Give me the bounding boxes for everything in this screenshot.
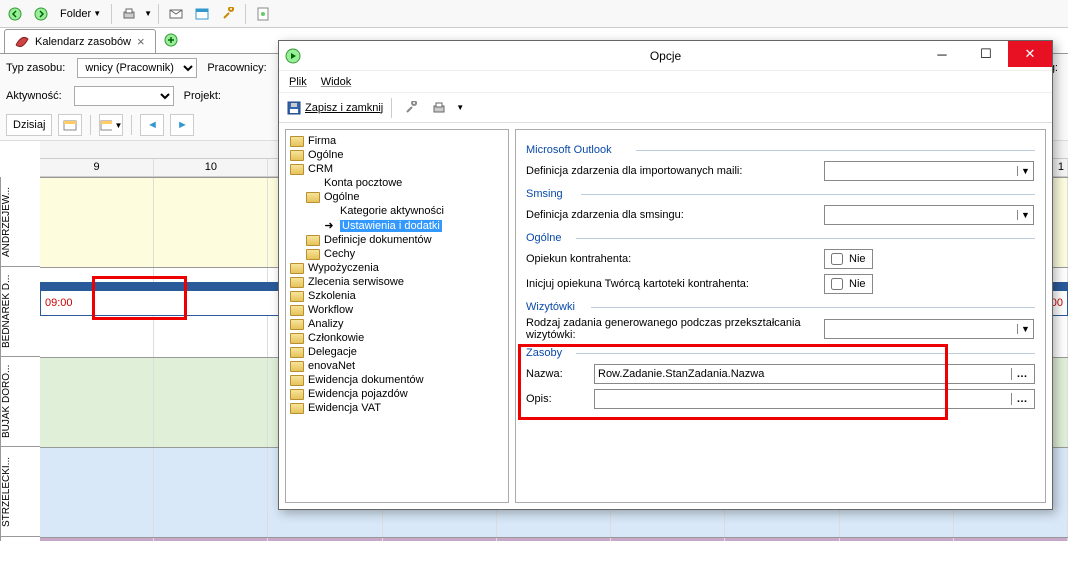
print-icon[interactable] bbox=[428, 97, 450, 119]
window-icon[interactable] bbox=[191, 3, 213, 25]
type-label: Typ zasobu: bbox=[6, 62, 65, 74]
forward-icon[interactable] bbox=[30, 3, 52, 25]
save-icon bbox=[287, 101, 301, 115]
options-tree[interactable]: FirmaOgólneCRMKonta pocztoweOgólneKatego… bbox=[285, 129, 509, 503]
ellipsis-button[interactable]: … bbox=[1011, 393, 1031, 405]
calendar-row: MIR... bbox=[0, 537, 1068, 541]
next-button[interactable]: ► bbox=[170, 114, 194, 136]
print-icon[interactable] bbox=[118, 3, 140, 25]
resource-name: ANDRZEJEW... bbox=[0, 177, 40, 267]
inicjuj-checkbox[interactable]: Nie bbox=[824, 274, 873, 294]
resource-name: STRZELECKI... bbox=[0, 447, 40, 537]
tree-item[interactable]: CRM bbox=[288, 162, 506, 176]
resource-name: BEDNAREK D... bbox=[0, 267, 40, 357]
calendar-cells[interactable] bbox=[40, 537, 1068, 541]
activity-label: Aktywność: bbox=[6, 90, 62, 102]
close-button[interactable]: ✕ bbox=[1008, 41, 1052, 67]
tree-item[interactable]: Zlecenia serwisowe bbox=[288, 275, 506, 289]
opiekun-checkbox[interactable]: Nie bbox=[824, 249, 873, 269]
folder-label: Folder bbox=[60, 8, 91, 20]
resource-name: BUJAK DORO... bbox=[0, 357, 40, 447]
tree-item[interactable]: Ewidencja dokumentów bbox=[288, 373, 506, 387]
highlight-box bbox=[518, 344, 948, 420]
project-label: Projekt: bbox=[184, 90, 221, 102]
tab-title: Kalendarz zasobów bbox=[35, 36, 131, 48]
options-dialog: Opcje ─ ☐ ✕ Plik Widok Zapisz i zamknij … bbox=[278, 40, 1053, 510]
tools-icon[interactable] bbox=[217, 3, 239, 25]
options-form: Microsoft Outlook Definicja zdarzenia dl… bbox=[515, 129, 1046, 503]
tab-close-icon[interactable]: × bbox=[137, 34, 145, 49]
appt-start: 09:00 bbox=[45, 297, 73, 309]
smsing-def-label: Definicja zdarzenia dla smsingu: bbox=[526, 209, 816, 221]
tree-item[interactable]: Szkolenia bbox=[288, 289, 506, 303]
tools-icon[interactable] bbox=[400, 97, 422, 119]
folder-dropdown[interactable]: Folder▼ bbox=[56, 8, 105, 20]
hour-cell: 9 bbox=[40, 159, 154, 176]
menu-file[interactable]: Plik bbox=[289, 76, 307, 88]
opiekun-label: Opiekun kontrahenta: bbox=[526, 253, 816, 265]
tree-item[interactable]: enovaNet bbox=[288, 359, 506, 373]
back-icon[interactable] bbox=[4, 3, 26, 25]
group-smsing: Smsing bbox=[526, 188, 1035, 200]
outlook-def-select[interactable]: ▼ bbox=[824, 161, 1034, 181]
goto-button[interactable] bbox=[58, 114, 82, 136]
tree-item[interactable]: ➜Ustawienia i dodatki bbox=[288, 218, 506, 233]
tree-item[interactable]: Konta pocztowe bbox=[288, 176, 506, 190]
tree-item[interactable]: Firma bbox=[288, 134, 506, 148]
tree-item[interactable]: Ogólne bbox=[288, 190, 506, 204]
workers-label: Pracownicy: bbox=[207, 62, 266, 74]
sausage-icon bbox=[15, 36, 29, 48]
tree-item[interactable]: Członkowie bbox=[288, 331, 506, 345]
maximize-button[interactable]: ☐ bbox=[964, 41, 1008, 67]
tree-item[interactable]: Definicje dokumentów bbox=[288, 233, 506, 247]
hour-cell: 10 bbox=[154, 159, 268, 176]
outlook-def-label: Definicja zdarzenia dla importowanych ma… bbox=[526, 165, 816, 177]
today-button[interactable]: Dzisiaj bbox=[6, 114, 52, 136]
rodzaj-label: Rodzaj zadania generowanego podczas prze… bbox=[526, 317, 816, 341]
tree-item[interactable]: Cechy bbox=[288, 247, 506, 261]
resource-name: MIR... bbox=[0, 537, 40, 541]
inicjuj-label: Inicjuj opiekuna Twórcą kartoteki kontra… bbox=[526, 278, 816, 290]
dialog-toolbar: Zapisz i zamknij ▼ bbox=[279, 93, 1052, 123]
smsing-def-select[interactable]: ▼ bbox=[824, 205, 1034, 225]
tree-item[interactable]: Delegacje bbox=[288, 345, 506, 359]
dialog-menu: Plik Widok bbox=[279, 71, 1052, 93]
menu-view[interactable]: Widok bbox=[321, 76, 352, 88]
tree-item[interactable]: Workflow bbox=[288, 303, 506, 317]
view-dropdown[interactable]: ▼ bbox=[99, 114, 123, 136]
dialog-body: FirmaOgólneCRMKonta pocztoweOgólneKatego… bbox=[279, 123, 1052, 509]
rodzaj-select[interactable]: ▼ bbox=[824, 319, 1034, 339]
tree-item[interactable]: Wypożyczenia bbox=[288, 261, 506, 275]
minimize-button[interactable]: ─ bbox=[920, 41, 964, 67]
mail-icon[interactable] bbox=[165, 3, 187, 25]
group-ogolne: Ogólne bbox=[526, 232, 1035, 244]
ellipsis-button[interactable]: … bbox=[1011, 368, 1031, 380]
tree-item[interactable]: Ewidencja VAT bbox=[288, 401, 506, 415]
tree-item[interactable]: Ewidencja pojazdów bbox=[288, 387, 506, 401]
tab-add-button[interactable] bbox=[160, 29, 182, 51]
prev-button[interactable]: ◄ bbox=[140, 114, 164, 136]
tab-calendar[interactable]: Kalendarz zasobów × bbox=[4, 29, 156, 53]
tree-item[interactable]: Kategorie aktywności bbox=[288, 204, 506, 218]
doc-icon[interactable] bbox=[252, 3, 274, 25]
activity-select[interactable] bbox=[74, 86, 174, 106]
tree-item[interactable]: Ogólne bbox=[288, 148, 506, 162]
dialog-titlebar[interactable]: Opcje ─ ☐ ✕ bbox=[279, 41, 1052, 71]
group-wizytowki: Wizytówki bbox=[526, 301, 1035, 313]
dialog-title: Opcje bbox=[650, 49, 681, 63]
save-close-button[interactable]: Zapisz i zamknij bbox=[287, 101, 383, 115]
tree-item[interactable]: Analizy bbox=[288, 317, 506, 331]
extra-hour-cell: 1 bbox=[1058, 161, 1064, 173]
type-select[interactable]: wnicy (Pracownik) bbox=[77, 58, 197, 78]
highlight-box bbox=[92, 276, 187, 320]
main-toolbar: Folder▼ ▼ bbox=[0, 0, 1068, 28]
dialog-icon bbox=[285, 48, 301, 64]
save-label: Zapisz i zamknij bbox=[305, 102, 383, 114]
group-outlook: Microsoft Outlook bbox=[526, 144, 1035, 156]
